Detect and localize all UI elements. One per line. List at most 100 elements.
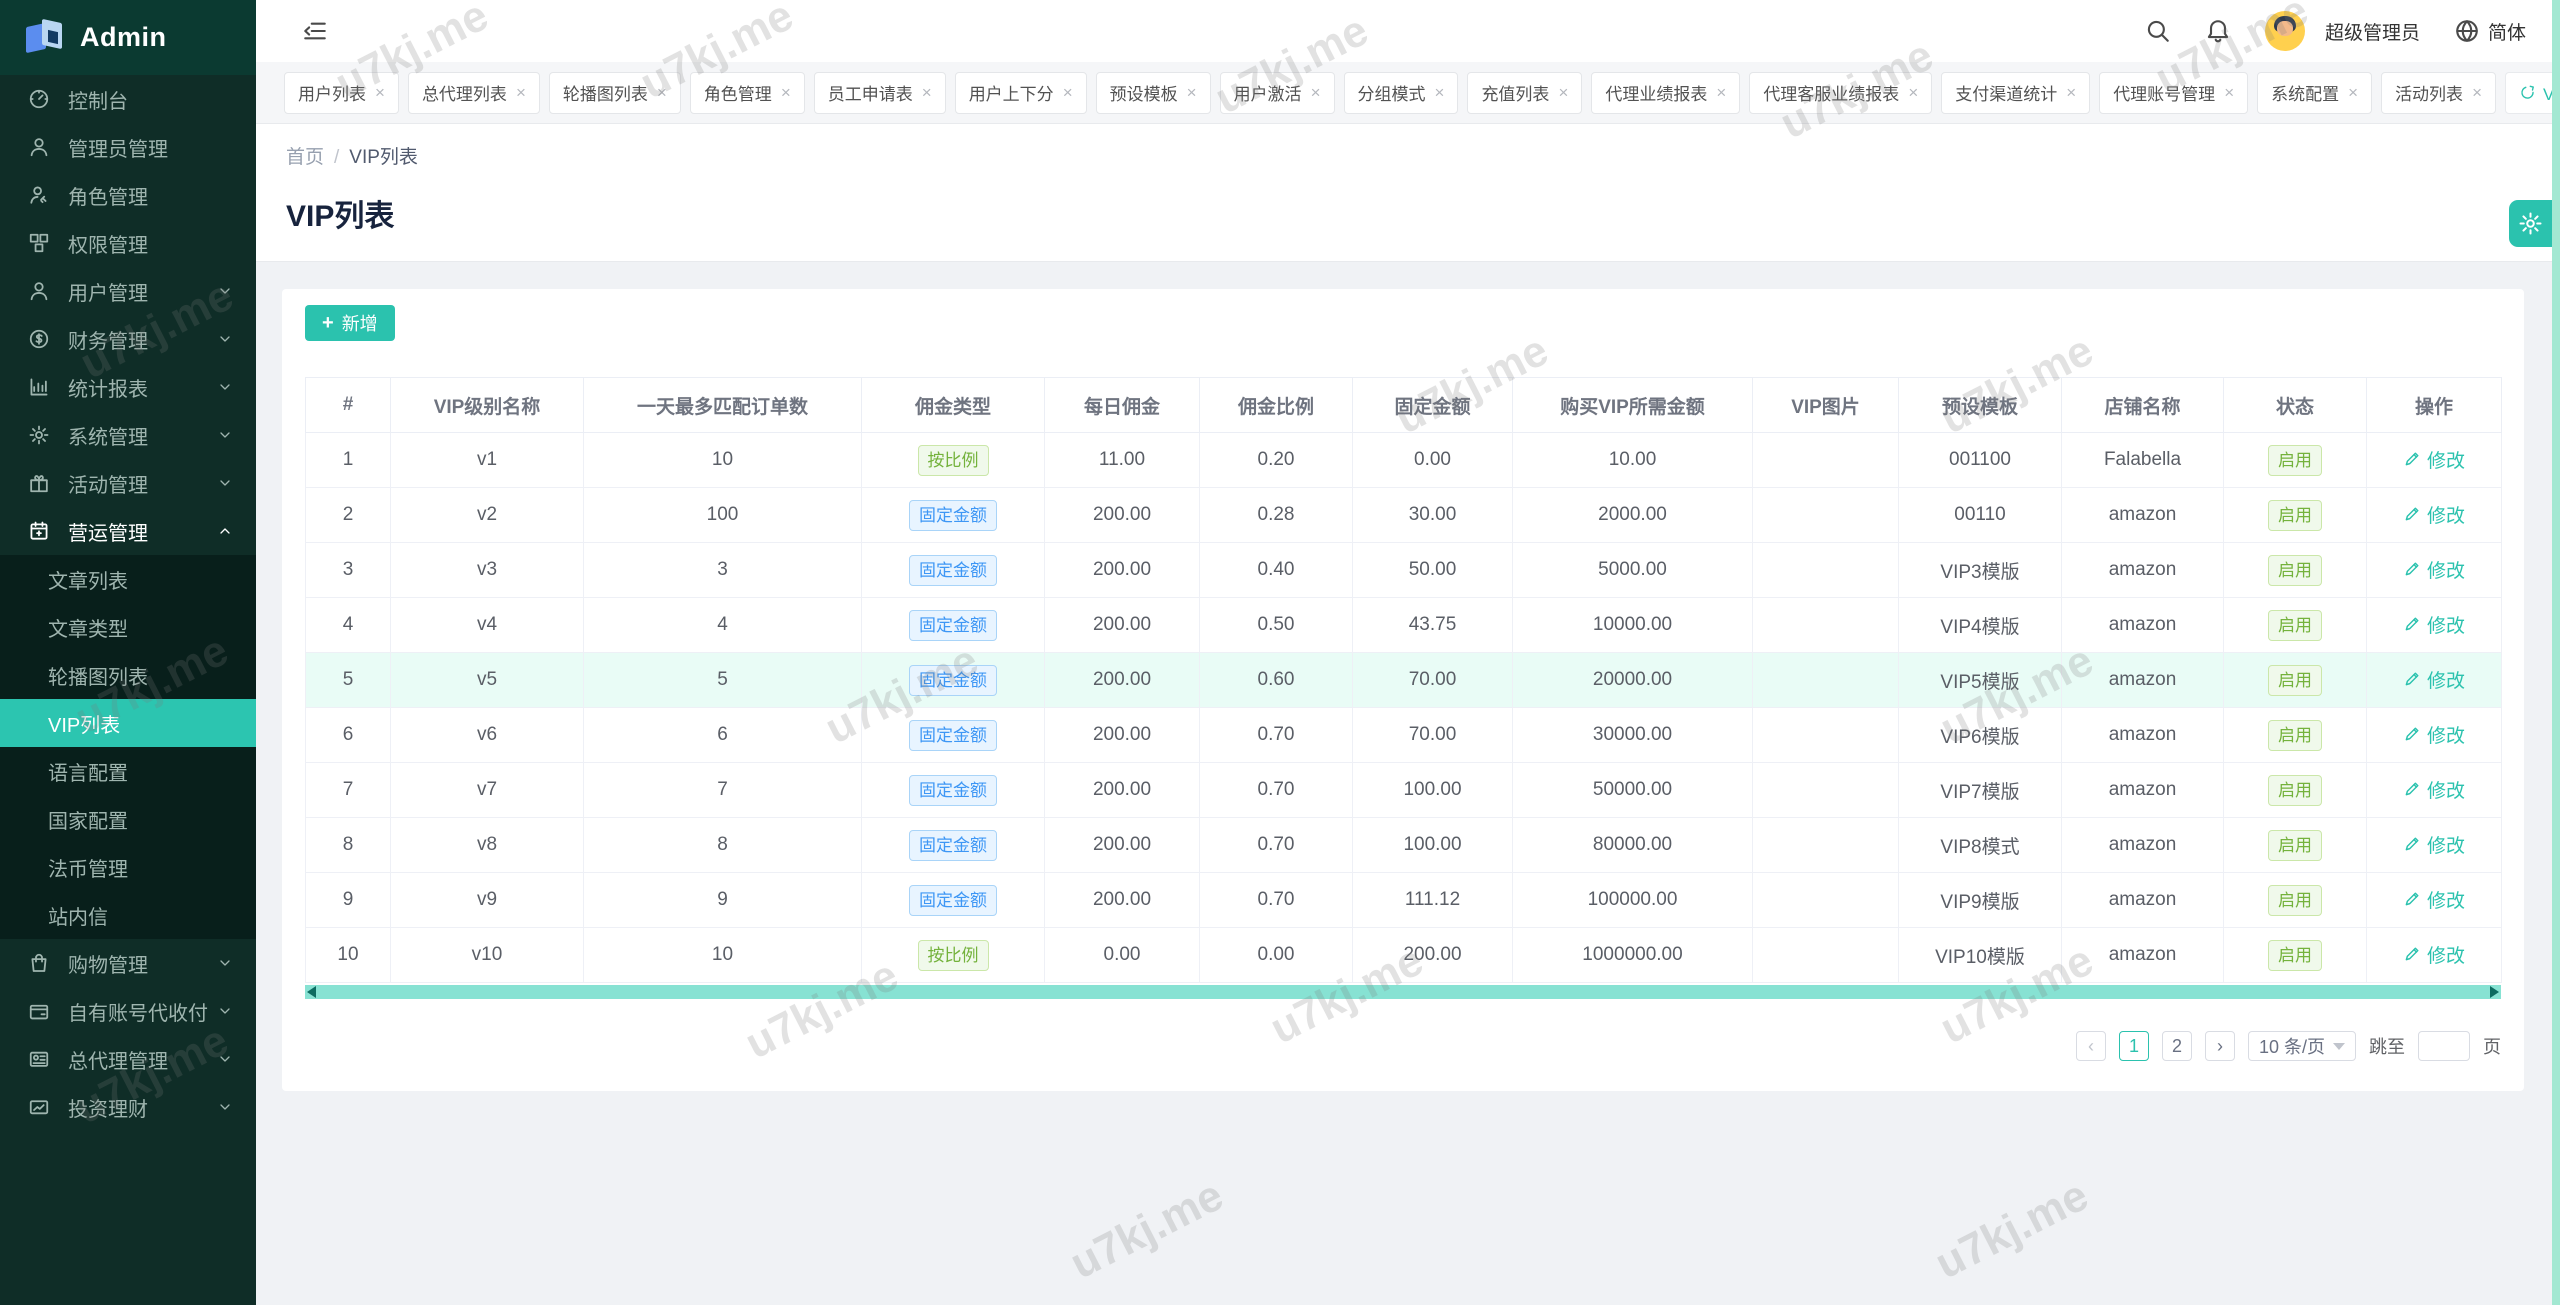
tab-7[interactable]: 用户激活 ×	[1219, 71, 1335, 114]
tab-close-icon[interactable]: ×	[1908, 83, 1918, 103]
tab-15[interactable]: 活动列表 ×	[2381, 71, 2496, 114]
sidebar-item-10[interactable]: 购物管理	[0, 939, 256, 987]
tab-close-icon[interactable]: ×	[1063, 83, 1073, 103]
vertical-scrollbar[interactable]	[2552, 0, 2560, 1305]
prev-page-button[interactable]: ‹	[2075, 1031, 2106, 1061]
sidebar-collapse-icon[interactable]	[302, 18, 328, 44]
edit-link[interactable]: 修改	[2403, 886, 2465, 913]
tab-refresh-icon[interactable]	[2519, 84, 2536, 101]
jump-page-input[interactable]	[2418, 1031, 2470, 1061]
language-switcher[interactable]: 简体	[2454, 18, 2526, 45]
edit-link[interactable]: 修改	[2403, 556, 2465, 583]
edit-link[interactable]: 修改	[2403, 941, 2465, 968]
add-button[interactable]: + 新增	[305, 305, 395, 341]
tab-close-icon[interactable]: ×	[516, 83, 526, 103]
table-header-row: # VIP级别名称 一天最多匹配订单数 佣金类型 每日佣金 佣金比例 固定金额 购买VIP所需…	[305, 377, 2502, 433]
edit-link[interactable]: 修改	[2403, 666, 2465, 693]
tab-close-icon[interactable]: ×	[2066, 83, 2076, 103]
tab-0[interactable]: 用户列表 ×	[284, 71, 399, 114]
tab-close-icon[interactable]: ×	[375, 83, 385, 103]
avatar[interactable]	[2264, 11, 2305, 51]
tab-14[interactable]: 系统配置 ×	[2257, 71, 2373, 114]
horizontal-scrollbar[interactable]	[305, 985, 2501, 999]
submenu-item-9-0[interactable]: 文章列表	[0, 555, 256, 603]
submenu-item-9-5[interactable]: 国家配置	[0, 795, 256, 843]
table-row-9[interactable]: 10 v10 10 按比例 0.00 0.00 200.00 1000000.00 VIP10模…	[305, 927, 2502, 983]
table-row-8[interactable]: 9 v9 9 固定金额 200.00 0.70 111.12 100000.00 VIP9模版 a…	[305, 872, 2502, 928]
tab-5[interactable]: 用户上下分 ×	[954, 71, 1087, 114]
tab-close-icon[interactable]: ×	[1558, 83, 1568, 103]
tab-11[interactable]: 代理客服业绩报表 ×	[1749, 71, 1933, 114]
submenu-item-9-6[interactable]: 法币管理	[0, 843, 256, 891]
table-row-4[interactable]: 5 v5 5 固定金额 200.00 0.60 70.00 20000.00 VIP5模版 ama…	[305, 652, 2502, 708]
search-icon[interactable]	[2145, 18, 2171, 44]
sidebar-item-13[interactable]: 投资理财	[0, 1083, 256, 1131]
table-cell: 10	[305, 927, 391, 983]
settings-gear-button[interactable]	[2509, 200, 2552, 247]
tab-close-icon[interactable]: ×	[781, 83, 791, 103]
table-cell: 30000.00	[1512, 707, 1753, 763]
per-page-select[interactable]: 10 条/页	[2247, 1031, 2356, 1061]
table-row-0[interactable]: 1 v1 10 按比例 11.00 0.20 0.00 10.00 001100 Falabell…	[305, 432, 2502, 488]
sidebar-item-3[interactable]: 权限管理	[0, 219, 256, 267]
edit-link[interactable]: 修改	[2403, 501, 2465, 528]
tab-4[interactable]: 员工申请表 ×	[813, 71, 946, 114]
edit-link[interactable]: 修改	[2403, 611, 2465, 638]
user-name[interactable]: 超级管理员	[2325, 18, 2420, 45]
breadcrumb-item-0[interactable]: 首页	[286, 147, 324, 168]
edit-link[interactable]: 修改	[2403, 721, 2465, 748]
edit-link[interactable]: 修改	[2403, 831, 2465, 858]
sidebar-item-2[interactable]: 角色管理	[0, 171, 256, 219]
submenu-item-9-7[interactable]: 站内信	[0, 891, 256, 939]
sidebar-item-9[interactable]: 营运管理	[0, 507, 256, 555]
tab-close-icon[interactable]: ×	[1187, 83, 1197, 103]
sidebar-item-7[interactable]: 系统管理	[0, 411, 256, 459]
tab-9[interactable]: 充值列表 ×	[1467, 71, 1583, 114]
table-cell	[1752, 762, 1899, 818]
next-page-button[interactable]: ›	[2204, 1031, 2235, 1061]
invest-icon	[26, 1094, 52, 1120]
tab-close-icon[interactable]: ×	[2348, 83, 2358, 103]
tab-6[interactable]: 预设模板 ×	[1095, 71, 1211, 114]
submenu-item-9-3[interactable]: VIP列表	[0, 699, 256, 747]
tab-10[interactable]: 代理业绩报表 ×	[1591, 71, 1741, 114]
sidebar-item-8[interactable]: 活动管理	[0, 459, 256, 507]
sidebar-item-4[interactable]: 用户管理	[0, 267, 256, 315]
sidebar-item-6[interactable]: 统计报表	[0, 363, 256, 411]
edit-link[interactable]: 修改	[2403, 776, 2465, 803]
submenu-item-9-1[interactable]: 文章类型	[0, 603, 256, 651]
table-row-3[interactable]: 4 v4 4 固定金额 200.00 0.50 43.75 10000.00 VIP4模版 ama…	[305, 597, 2502, 653]
tab-3[interactable]: 角色管理 ×	[689, 71, 805, 114]
tab-close-icon[interactable]: ×	[2224, 83, 2234, 103]
submenu-item-9-4[interactable]: 语言配置	[0, 747, 256, 795]
tab-close-icon[interactable]: ×	[1435, 83, 1445, 103]
tab-13[interactable]: 代理账号管理 ×	[2099, 71, 2249, 114]
breadcrumb: 首页 / VIP列表	[286, 142, 2530, 169]
sidebar-item-0[interactable]: 控制台	[0, 75, 256, 123]
page-button-1[interactable]: 1	[2118, 1031, 2149, 1061]
table-row-5[interactable]: 6 v6 6 固定金额 200.00 0.70 70.00 30000.00 VIP6模版 ama…	[305, 707, 2502, 763]
page-button-2[interactable]: 2	[2161, 1031, 2192, 1061]
scroll-right-arrow-icon[interactable]	[2490, 986, 2499, 998]
sidebar-item-5[interactable]: 财务管理	[0, 315, 256, 363]
tab-close-icon[interactable]: ×	[1716, 83, 1726, 103]
sidebar-item-11[interactable]: 自有账号代收付	[0, 987, 256, 1035]
tab-close-icon[interactable]: ×	[1311, 83, 1321, 103]
tab-12[interactable]: 支付渠道统计 ×	[1941, 71, 2091, 114]
tab-8[interactable]: 分组模式 ×	[1343, 71, 1459, 114]
table-row-1[interactable]: 2 v2 100 固定金额 200.00 0.28 30.00 2000.00 00110 ama…	[305, 487, 2502, 543]
table-row-7[interactable]: 8 v8 8 固定金额 200.00 0.70 100.00 80000.00 VIP8模式 am…	[305, 817, 2502, 873]
edit-link[interactable]: 修改	[2403, 446, 2465, 473]
sidebar-item-1[interactable]: 管理员管理	[0, 123, 256, 171]
tab-close-icon[interactable]: ×	[657, 83, 667, 103]
notification-bell-icon[interactable]	[2205, 18, 2231, 44]
sidebar-item-12[interactable]: 总代理管理	[0, 1035, 256, 1083]
table-row-6[interactable]: 7 v7 7 固定金额 200.00 0.70 100.00 50000.00 VIP7模版 am…	[305, 762, 2502, 818]
tab-1[interactable]: 总代理列表 ×	[407, 71, 540, 114]
submenu-item-9-2[interactable]: 轮播图列表	[0, 651, 256, 699]
table-row-2[interactable]: 3 v3 3 固定金额 200.00 0.40 50.00 5000.00 VIP3模版 amaz…	[305, 542, 2502, 598]
scroll-left-arrow-icon[interactable]	[307, 986, 316, 998]
tab-2[interactable]: 轮播图列表 ×	[548, 71, 681, 114]
tab-close-icon[interactable]: ×	[922, 83, 932, 103]
tab-close-icon[interactable]: ×	[2472, 83, 2482, 103]
